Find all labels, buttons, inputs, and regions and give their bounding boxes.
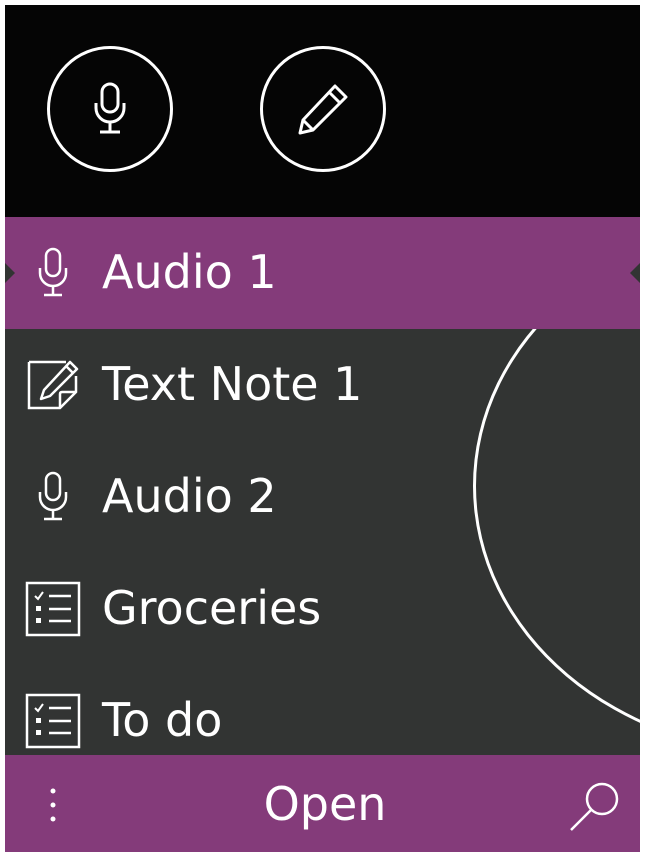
search-icon: [570, 782, 619, 831]
open-button[interactable]: Open: [225, 773, 425, 835]
checklist-icon: [25, 693, 81, 749]
more-vertical-icon: [50, 788, 56, 822]
pencil-icon: [298, 84, 348, 135]
note-title: Text Note 1: [102, 357, 363, 411]
selection-indicator-left: [5, 263, 15, 283]
edit-note-icon: [25, 357, 81, 413]
app-bar: Open: [5, 755, 640, 852]
new-text-note-button[interactable]: [260, 46, 386, 172]
checklist-icon: [25, 581, 81, 637]
more-options-button[interactable]: [33, 777, 73, 833]
notes-app: Audio 1 Text Note 1 Audio 2 Groceries To…: [5, 5, 640, 852]
microphone-icon: [94, 82, 126, 134]
microphone-icon: [25, 245, 81, 301]
list-item-audio-1[interactable]: Audio 1: [5, 217, 640, 329]
microphone-icon: [25, 469, 81, 525]
note-title: Audio 2: [102, 469, 277, 523]
list-item-to-do[interactable]: To do: [5, 665, 640, 755]
note-title: Audio 1: [102, 245, 277, 299]
search-button[interactable]: [565, 779, 625, 835]
list-item-text-note-1[interactable]: Text Note 1: [5, 329, 640, 441]
notes-list: Audio 1 Text Note 1 Audio 2 Groceries To…: [5, 217, 640, 755]
quick-actions-bar: [5, 5, 640, 755]
list-item-audio-2[interactable]: Audio 2: [5, 441, 640, 553]
selection-indicator-right: [630, 263, 640, 283]
note-title: To do: [102, 693, 223, 747]
note-title: Groceries: [102, 581, 322, 635]
list-item-groceries[interactable]: Groceries: [5, 553, 640, 665]
new-audio-note-button[interactable]: [47, 46, 173, 172]
